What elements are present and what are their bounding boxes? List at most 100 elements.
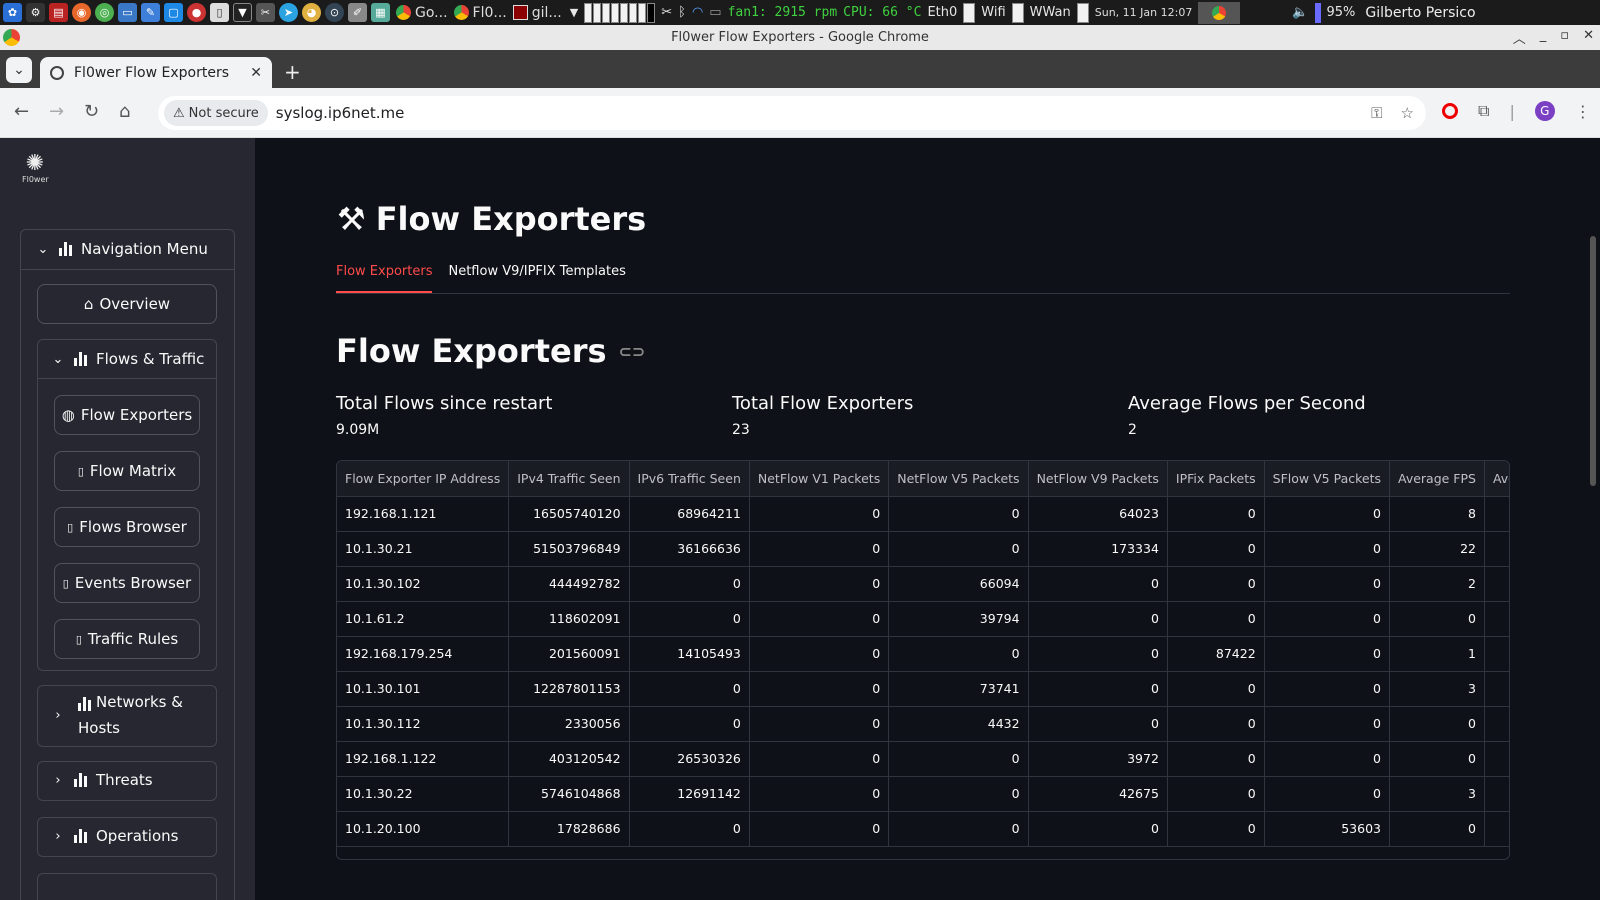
table-row[interactable]: 192.168.1.121 16505740120 68964211 0 0 64023 0… xyxy=(337,496,1509,532)
operations-expander[interactable]: › Operations xyxy=(37,817,217,857)
exporters-table[interactable]: Flow Exporter IP Address IPv4 Traffic See… xyxy=(336,460,1510,860)
table-cell: 444492782 xyxy=(508,566,630,602)
app-icon[interactable]: ● xyxy=(187,3,206,22)
home-button[interactable]: ⌂ xyxy=(119,101,130,122)
column-header[interactable]: NetFlow V1 Packets xyxy=(749,461,890,497)
settings-icon[interactable]: ⚙ xyxy=(26,3,45,22)
tools-icon[interactable]: ✂ xyxy=(256,3,275,22)
bar-chart-icon xyxy=(74,829,88,843)
column-header[interactable]: SFlow V5 Packets xyxy=(1264,461,1391,497)
column-header[interactable]: Average FPS xyxy=(1389,461,1485,497)
document-icon[interactable]: ▯ xyxy=(210,3,229,22)
tab-flow-exporters[interactable]: Flow Exporters xyxy=(336,256,433,293)
collapse-icon[interactable]: ︿ xyxy=(1513,28,1526,47)
flows-browser-button[interactable]: ▯ Flows Browser xyxy=(54,507,200,547)
profile-avatar[interactable]: G xyxy=(1534,101,1555,121)
security-chip[interactable]: ⚠ Not secure xyxy=(164,100,268,126)
window-icon[interactable]: ▢ xyxy=(164,3,183,22)
tab-search-button[interactable]: ⌄ xyxy=(6,57,32,83)
taskbar-item[interactable]: gil... xyxy=(512,5,562,21)
column-header[interactable]: Average PPS xyxy=(1484,461,1509,497)
shield-icon[interactable]: ▼ xyxy=(233,3,252,22)
toolbar: ← → ↻ ⌂ ⚠ Not secure syslog.ip6net.me ⚿ … xyxy=(0,88,1600,138)
column-header[interactable]: Flow Exporter IP Address xyxy=(337,461,510,497)
table-row[interactable]: 192.168.179.254 201560091 14105493 0 0 0 87422… xyxy=(337,636,1509,672)
minimize-icon[interactable]: _ xyxy=(1540,28,1547,47)
table-cell: 0 xyxy=(1167,601,1265,637)
more-menu-icon[interactable]: ⋮ xyxy=(1575,102,1591,121)
table-row[interactable]: 10.1.30.21 51503796849 36166636 0 0 173334 0 0 2… xyxy=(337,531,1509,567)
telegram-icon[interactable]: ➤ xyxy=(279,3,298,22)
page-scrollbar[interactable] xyxy=(1590,236,1596,486)
threats-expander[interactable]: › Threats xyxy=(37,761,217,801)
forward-button[interactable]: → xyxy=(49,101,64,122)
column-header[interactable]: IPFix Packets xyxy=(1167,461,1265,497)
address-bar[interactable]: ⚠ Not secure syslog.ip6net.me ⚿ ☆ xyxy=(158,96,1426,130)
operations-header[interactable]: › Operations xyxy=(50,827,178,845)
networks-hosts-expander[interactable]: › Networks & Hosts xyxy=(37,685,217,747)
editor-icon[interactable]: ✎ xyxy=(141,3,160,22)
system-tray: ▼ ✂ ᛒ ◠ ▭ fan1: 2915 rpm CPU: 66 °C Eth0… xyxy=(570,1,1476,24)
close-icon[interactable]: ✕ xyxy=(1583,28,1594,47)
notes-icon[interactable]: ✐ xyxy=(348,3,367,22)
new-tab-button[interactable]: + xyxy=(284,60,301,84)
browser-tab[interactable]: Fl0wer Flow Exporters ✕ xyxy=(40,57,272,88)
key-icon[interactable]: ⚿ xyxy=(1371,104,1382,122)
network-tool-icon[interactable]: ✂ xyxy=(661,5,672,20)
wifi-icon[interactable]: ◠ xyxy=(692,5,703,20)
dropdown-icon[interactable]: ▼ xyxy=(570,6,578,19)
more-expander[interactable] xyxy=(37,873,217,900)
clock[interactable]: Sun, 11 Jan 12:07 xyxy=(1095,6,1193,19)
image-icon[interactable]: ▦ xyxy=(371,3,390,22)
flow-exporters-button[interactable]: ◍ Flow Exporters xyxy=(54,395,200,435)
bookmark-star-icon[interactable]: ☆ xyxy=(1401,104,1414,122)
table-row[interactable]: 192.168.1.122403120542265303260039720000 xyxy=(337,741,1509,777)
link-icon[interactable]: ⊂⊃ xyxy=(619,342,646,361)
column-header[interactable]: NetFlow V9 Packets xyxy=(1028,461,1168,497)
navigation-menu-header[interactable]: ⌄ Navigation Menu xyxy=(35,240,208,258)
placeholder-icon: ▯ xyxy=(67,520,74,534)
terminal-icon[interactable]: ▤ xyxy=(49,3,68,22)
table-row[interactable]: 10.1.30.2257461048681269114200426750030 xyxy=(337,776,1509,812)
bluetooth-icon[interactable]: ᛒ xyxy=(678,5,686,20)
volume-icon[interactable]: 🔈 xyxy=(1292,5,1308,20)
close-tab-icon[interactable]: ✕ xyxy=(250,65,262,81)
table-row[interactable]: 10.1.30.112233005600443200000 xyxy=(337,706,1509,742)
column-header[interactable]: NetFlow V5 Packets xyxy=(888,461,1029,497)
url-text[interactable]: syslog.ip6net.me xyxy=(276,104,405,122)
firefox-icon[interactable]: ◉ xyxy=(72,3,91,22)
threats-header[interactable]: › Threats xyxy=(50,771,152,789)
app-logo: ✺ Fl0wer xyxy=(22,153,49,185)
table-cell: 0 xyxy=(1389,741,1485,777)
table-row[interactable]: 10.1.20.10017828686000005360300 xyxy=(337,811,1509,847)
reload-button[interactable]: ↻ xyxy=(84,101,99,122)
opera-extension-icon[interactable] xyxy=(1442,103,1458,119)
table-row[interactable]: 10.1.30.102444492782006609400020 xyxy=(337,566,1509,602)
column-header[interactable]: IPv6 Traffic Seen xyxy=(629,461,750,497)
back-button[interactable]: ← xyxy=(14,101,29,122)
chrome-icon[interactable]: ◎ xyxy=(95,3,114,22)
traffic-rules-button[interactable]: ▯ Traffic Rules xyxy=(54,619,200,659)
table-row[interactable]: 10.1.30.10112287801153007374100030 xyxy=(337,671,1509,707)
files-icon[interactable]: ▭ xyxy=(118,3,137,22)
chip-icon[interactable]: ▭ xyxy=(709,5,721,20)
tab-netflow-templates[interactable]: Netflow V9/IPFIX Templates xyxy=(448,256,625,293)
table-cell: 0 xyxy=(1264,566,1391,602)
user-name[interactable]: Gilberto Persico xyxy=(1365,5,1475,21)
menu-icon[interactable]: ✿ xyxy=(3,3,22,22)
events-browser-button[interactable]: ▯ Events Browser xyxy=(54,563,200,603)
table-row[interactable]: 10.1.61.2118602091003979400000 xyxy=(337,601,1509,637)
taskbar-item[interactable]: Fl0... xyxy=(453,5,507,21)
cpu-graph xyxy=(584,2,656,23)
flows-traffic-header[interactable]: ⌄ Flows & Traffic xyxy=(50,350,205,368)
gimp-icon[interactable]: ◕ xyxy=(302,3,321,22)
active-window-chrome-icon[interactable] xyxy=(1198,1,1241,24)
overview-button[interactable]: ⌂ Overview xyxy=(37,284,217,324)
maximize-icon[interactable]: ▫ xyxy=(1560,28,1569,47)
column-header[interactable]: IPv4 Traffic Seen xyxy=(508,461,630,497)
table-cell: 0 xyxy=(1264,741,1391,777)
flow-matrix-button[interactable]: ▯ Flow Matrix xyxy=(54,451,200,491)
vpn-icon[interactable]: ⊙ xyxy=(325,3,344,22)
taskbar-item[interactable]: Go... xyxy=(396,5,448,21)
extensions-puzzle-icon[interactable]: ⧉ xyxy=(1478,101,1489,121)
